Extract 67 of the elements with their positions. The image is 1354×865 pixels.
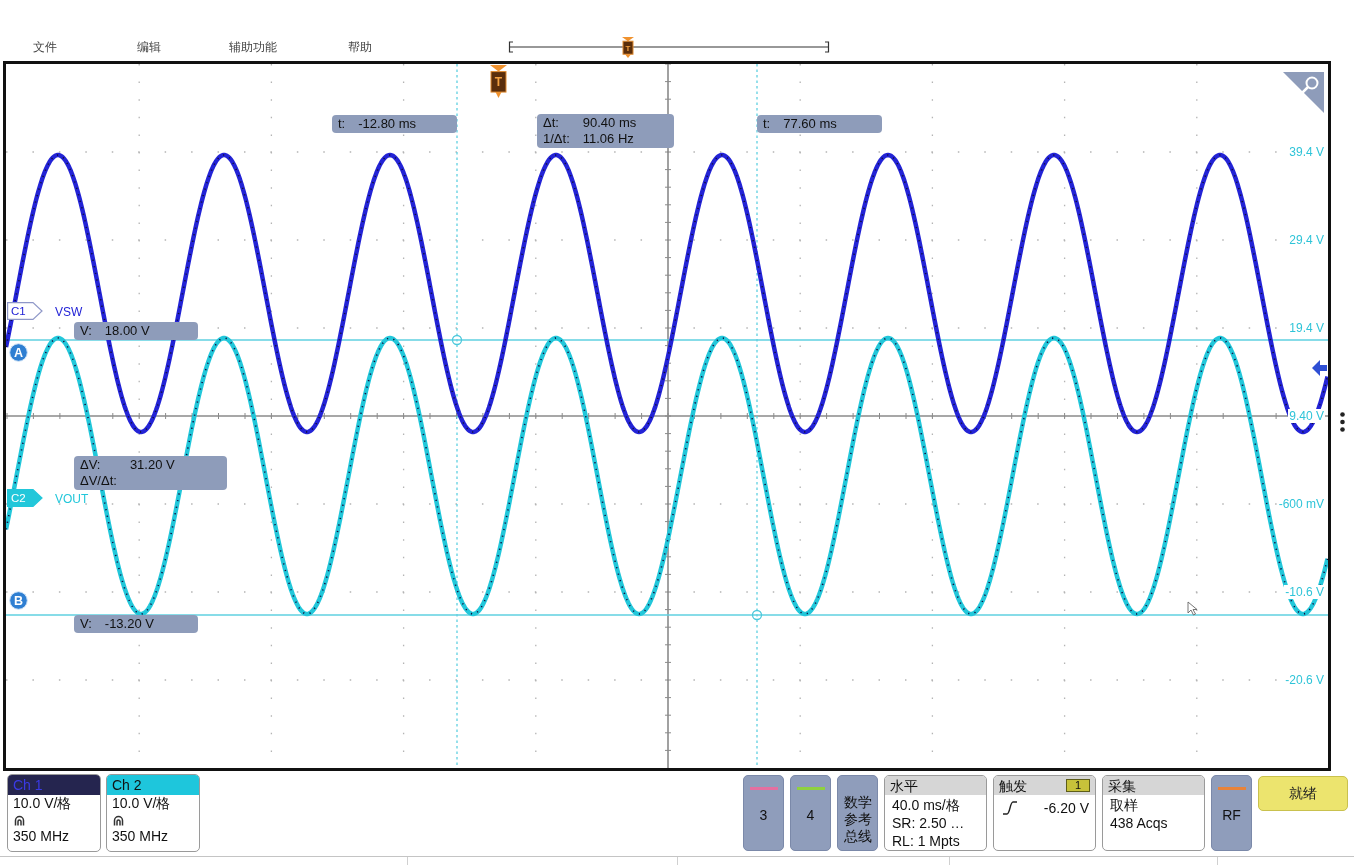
arch-icon: [14, 814, 25, 826]
readout-value: -12.80 ms: [358, 116, 417, 132]
readout-value: 77.60 ms: [783, 116, 837, 132]
channel-button[interactable]: RF: [1211, 775, 1252, 851]
panel-title: 触发: [999, 776, 1027, 795]
readout-label: ΔV:: [80, 457, 102, 473]
readout-label: t:: [338, 116, 346, 132]
cursor-line[interactable]: [456, 64, 458, 768]
channel-label: Ch 1: [8, 775, 100, 795]
trace-name: VSW: [55, 305, 83, 319]
scale-text: 10.0 V/格: [12, 795, 73, 812]
readout-label: 1/Δt:: [543, 131, 570, 147]
channel-badge[interactable]: Ch 1 10.0 V/格 350 MHz: [7, 774, 101, 852]
panel-text: 取样: [1109, 796, 1139, 814]
cursor-marker[interactable]: A: [9, 343, 28, 362]
run-status-button[interactable]: 就绪: [1258, 776, 1348, 811]
trigger-panel[interactable]: 触发 1 -6.20 V: [993, 775, 1096, 851]
bandwidth-text: 350 MHz: [111, 828, 170, 845]
readout-value: -13.20 V: [104, 616, 154, 632]
readout-value: 18.00 V: [104, 323, 150, 339]
channel-tag[interactable]: C1: [7, 302, 43, 320]
panel-title: 水平: [890, 776, 918, 795]
trigger-marker[interactable]: T: [622, 37, 634, 58]
panel-text: 40.0 ms/格: [891, 796, 961, 814]
settings-panel[interactable]: 采集 取样 438 Acqs: [1102, 775, 1205, 851]
source-badge: 1: [1065, 779, 1090, 792]
readout-value: 90.40 ms: [582, 115, 637, 131]
zoom-icon[interactable]: [1283, 72, 1324, 113]
readout-label: ΔV/Δt:: [80, 473, 117, 489]
trigger-level-text: -6.20 V: [1042, 799, 1089, 817]
menu-item[interactable]: 帮助: [348, 37, 508, 57]
panel-title: 采集: [1108, 776, 1136, 795]
panel-text: SR: 2.50 …: [891, 814, 966, 832]
cursor-marker[interactable]: B: [9, 591, 28, 610]
readout-value: 11.06 Hz: [582, 131, 635, 147]
axis-label: 29.4 V: [1288, 233, 1325, 247]
bandwidth-text: 350 MHz: [12, 828, 71, 845]
axis-label: 9.40 V: [1288, 409, 1325, 423]
channel-badge[interactable]: Ch 2 10.0 V/格 350 MHz: [106, 774, 200, 852]
channel-button[interactable]: 3: [743, 775, 784, 851]
panel-text: 438 Acqs: [1109, 814, 1169, 832]
panel-text: RL: 1 Mpts: [891, 832, 961, 850]
axis-label: 39.4 V: [1288, 145, 1325, 159]
menu-item[interactable]: 辅助功能: [229, 37, 348, 57]
settings-panel[interactable]: 水平 40.0 ms/格 SR: 2.50 … RL: 1 Mpts: [884, 775, 987, 851]
trace-name: VOUT: [55, 492, 89, 506]
more-options-icon[interactable]: [1340, 412, 1345, 432]
readout-label: V:: [80, 323, 92, 339]
readout-value: 31.20 V: [129, 457, 175, 473]
axis-label: -20.6 V: [1284, 673, 1325, 687]
readout-label: Δt:: [543, 115, 560, 131]
readout-label: t:: [763, 116, 771, 132]
readout-label: V:: [80, 616, 92, 632]
arrow-icon[interactable]: [1312, 360, 1327, 376]
axis-label: 19.4 V: [1288, 321, 1325, 335]
rising-edge-icon: [1002, 801, 1018, 815]
math-ref-bus-button[interactable]: 数学 参考 总线: [837, 775, 878, 851]
menu-item[interactable]: 文件: [33, 37, 137, 57]
cursor-line[interactable]: [756, 64, 758, 768]
channel-button[interactable]: 4: [790, 775, 831, 851]
menu-item[interactable]: 编辑: [137, 37, 229, 57]
axis-label: -10.6 V: [1284, 585, 1325, 599]
arch-icon: [113, 814, 124, 826]
channel-label: Ch 2: [107, 775, 199, 795]
axis-label: -600 mV: [1277, 497, 1325, 511]
pointer-icon: [1187, 601, 1198, 616]
scale-text: 10.0 V/格: [111, 795, 172, 812]
